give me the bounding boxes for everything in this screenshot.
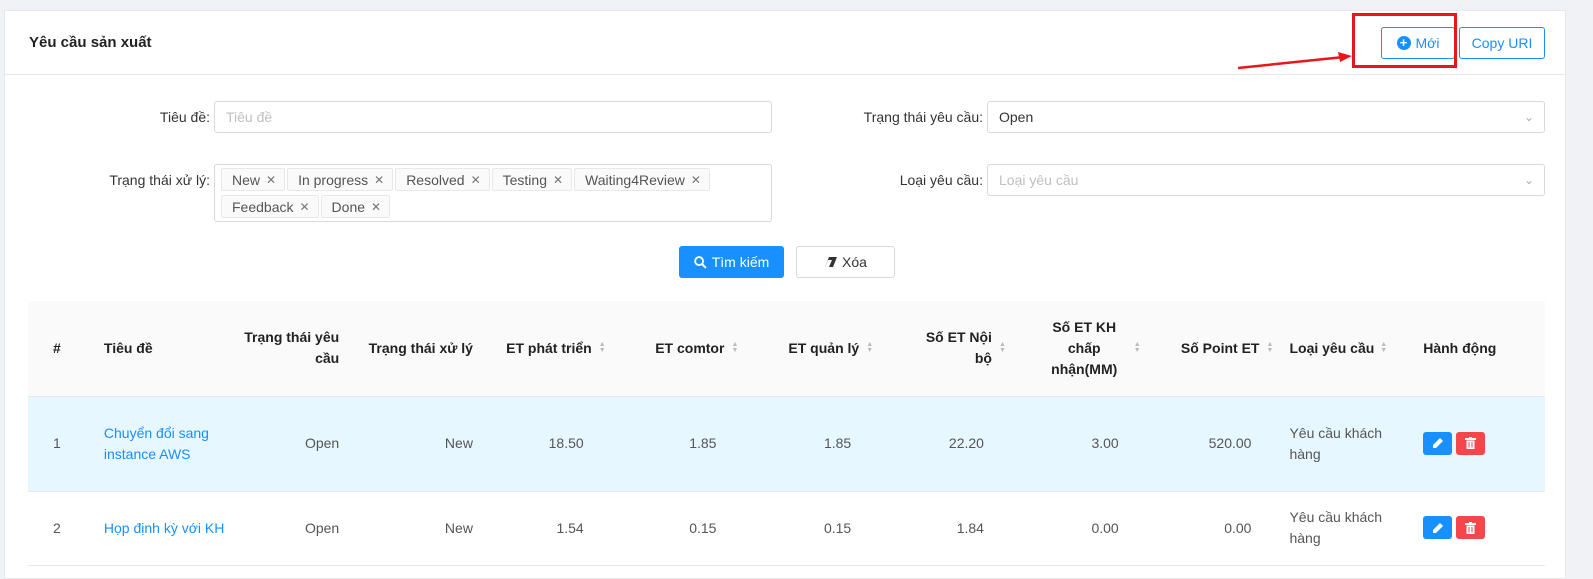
tag-resolved: Resolved ✕	[395, 168, 490, 191]
trash-icon	[1465, 437, 1477, 450]
column-header-et-dev[interactable]: ET phát triển ▲ ▼	[480, 301, 614, 397]
request-status-label: Trạng thái yêu cầu:	[863, 109, 983, 125]
tag-waiting4review: Waiting4Review ✕	[574, 168, 710, 191]
request-status-value: Open	[999, 109, 1034, 125]
pencil-icon	[1432, 522, 1443, 533]
tag-testing: Testing ✕	[491, 168, 573, 191]
title-filter-input[interactable]	[214, 101, 772, 133]
request-type-placeholder: Loại yêu cầu	[999, 172, 1079, 188]
tag-new: New ✕	[221, 168, 286, 191]
delete-button[interactable]	[1456, 431, 1486, 455]
tag-feedback: Feedback ✕	[221, 195, 319, 218]
row-et-customer: 0.00	[1013, 491, 1149, 566]
processing-status-label: Trạng thái xử lý:	[109, 172, 210, 188]
row-et-internal: 1.84	[881, 491, 1014, 566]
sort-icon: ▲ ▼	[1133, 341, 1141, 355]
search-button-label: Tìm kiếm	[711, 254, 770, 270]
column-header-et-mgmt[interactable]: ET quản lý ▲ ▼	[746, 301, 882, 397]
row-processing-status: New	[347, 396, 481, 492]
eraser-icon	[825, 257, 838, 267]
processing-status-multiselect[interactable]: New ✕ In progress ✕ Resolved ✕ Testing ✕ Waiting…	[214, 164, 772, 222]
plus-circle-icon: +	[1396, 36, 1411, 50]
search-icon	[693, 255, 707, 269]
column-header-title: Tiêu đề	[95, 301, 235, 397]
row-title-link[interactable]: Họp định kỳ với KH	[104, 520, 224, 536]
row-et-dev: 1.54	[480, 491, 614, 566]
title-filter-label: Tiêu đề:	[159, 109, 210, 125]
column-header-processing-status: Trạng thái xử lý	[347, 301, 481, 397]
close-icon[interactable]: ✕	[266, 173, 276, 187]
row-et-mgmt: 1.85	[746, 396, 882, 492]
page-title: Yêu cầu sản xuất	[29, 34, 152, 51]
row-et-customer: 3.00	[1013, 396, 1149, 492]
sort-icon: ▲ ▼	[1380, 341, 1388, 355]
sort-icon: ▲ ▼	[866, 341, 874, 355]
row-et-comtor: 0.15	[613, 491, 747, 566]
row-processing-status: New	[347, 491, 481, 566]
request-status-select[interactable]: Open ⌄	[987, 101, 1545, 133]
row-index: 1	[28, 396, 96, 492]
column-header-index: #	[28, 301, 96, 397]
row-point: 0.00	[1148, 491, 1282, 566]
row-request-status: Open	[234, 396, 348, 492]
row-title-link[interactable]: Chuyển đổi sang instance AWS	[104, 425, 209, 462]
new-button-label: Mới	[1415, 35, 1440, 51]
row-et-dev: 18.50	[480, 396, 614, 492]
requests-table: # Tiêu đề Trạng thái yêu cầu Trạng thái …	[28, 301, 1545, 566]
search-button[interactable]: Tìm kiếm	[679, 246, 784, 278]
sort-icon: ▲ ▼	[999, 341, 1006, 355]
close-icon[interactable]: ✕	[371, 200, 381, 214]
sort-icon: ▲ ▼	[1266, 341, 1274, 355]
request-type-label: Loại yêu cầu:	[899, 172, 983, 188]
column-header-et-customer[interactable]: Số ET KH chấp nhận(MM) ▲ ▼	[1013, 301, 1149, 397]
row-index: 2	[28, 491, 96, 566]
row-type: Yêu cầu khách hàng	[1289, 424, 1383, 462]
tag-done: Done ✕	[320, 195, 391, 218]
table-row: 2 Họp định kỳ với KH Open New 1.54 0.15 …	[28, 491, 1545, 566]
column-header-et-comtor[interactable]: ET comtor ▲ ▼	[613, 301, 747, 397]
row-et-comtor: 1.85	[613, 396, 747, 492]
row-point: 520.00	[1148, 396, 1282, 492]
sort-icon: ▲ ▼	[598, 341, 606, 355]
close-icon[interactable]: ✕	[374, 173, 384, 187]
column-header-type[interactable]: Loại yêu cầu ▲ ▼	[1281, 301, 1416, 397]
request-type-select[interactable]: Loại yêu cầu ⌄	[987, 164, 1545, 196]
delete-button[interactable]	[1456, 516, 1486, 540]
pencil-icon	[1432, 438, 1443, 449]
chevron-down-icon: ⌄	[1523, 110, 1534, 124]
new-button[interactable]: + Mới	[1381, 27, 1455, 59]
close-icon[interactable]: ✕	[471, 173, 481, 187]
clear-button[interactable]: Xóa	[796, 246, 895, 278]
clear-button-label: Xóa	[842, 254, 867, 270]
chevron-down-icon: ⌄	[1523, 173, 1534, 187]
tag-in-progress: In progress ✕	[287, 168, 394, 191]
close-icon[interactable]: ✕	[691, 173, 701, 187]
column-header-request-status: Trạng thái yêu cầu	[234, 301, 348, 397]
row-et-internal: 22.20	[881, 396, 1014, 492]
table-row: 1 Chuyển đổi sang instance AWS Open New …	[28, 396, 1545, 492]
column-header-point[interactable]: Số Point ET ▲ ▼	[1148, 301, 1282, 397]
row-request-status: Open	[234, 491, 348, 566]
row-et-mgmt: 0.15	[746, 491, 882, 566]
copy-uri-button[interactable]: Copy URI	[1459, 27, 1545, 59]
column-header-actions: Hành động	[1415, 301, 1545, 397]
edit-button[interactable]	[1423, 516, 1453, 540]
row-type: Yêu cầu khách hàng	[1289, 509, 1383, 546]
card-header: Yêu cầu sản xuất + Mới Copy URI	[5, 11, 1565, 75]
close-icon[interactable]: ✕	[299, 200, 309, 214]
table-header-row: # Tiêu đề Trạng thái yêu cầu Trạng thái …	[28, 301, 1545, 397]
edit-button[interactable]	[1423, 431, 1453, 455]
close-icon[interactable]: ✕	[553, 173, 563, 187]
column-header-et-internal[interactable]: Số ET Nội bộ ▲ ▼	[881, 301, 1014, 397]
trash-icon	[1465, 521, 1477, 534]
sort-icon: ▲ ▼	[731, 341, 739, 355]
